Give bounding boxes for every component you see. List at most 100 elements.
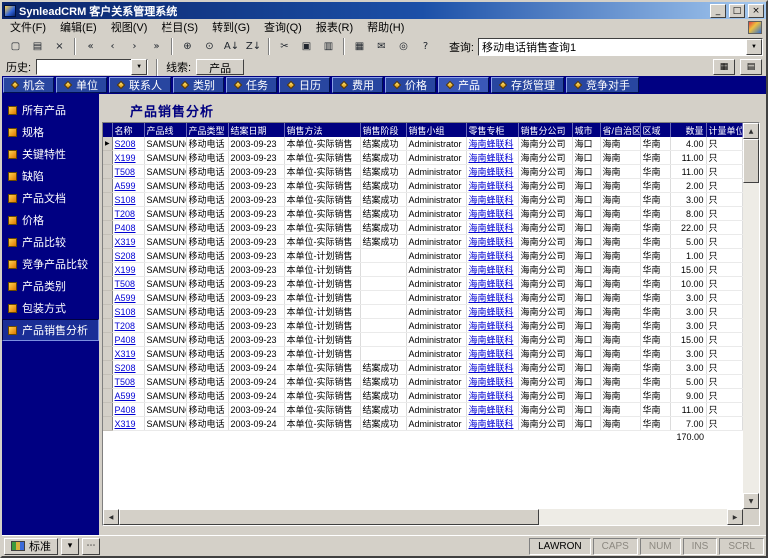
record-link[interactable]: X199 (115, 265, 136, 275)
table-row[interactable]: S208SAMSUNG移动电话2003-09-24本单位-实际销售结案成功Adm… (103, 361, 742, 375)
tab-5[interactable]: 任务 (226, 77, 277, 93)
column-header-4[interactable]: 结案日期 (228, 123, 284, 137)
record-link[interactable]: 海南蜂联科 (469, 153, 514, 163)
tab-2[interactable]: 单位 (56, 77, 107, 93)
column-header-12[interactable]: 区域 (640, 123, 670, 137)
record-link[interactable]: 海南蜂联科 (469, 209, 514, 219)
cut-icon[interactable]: ✂ (274, 37, 295, 56)
tab-9[interactable]: 产品 (438, 77, 489, 93)
table-row[interactable]: T208SAMSUNG移动电话2003-09-23本单位-计划销售Adminis… (103, 319, 742, 333)
last-record-icon[interactable]: » (146, 37, 167, 56)
table-row[interactable]: T208SAMSUNG移动电话2003-09-23本单位-实际销售结案成功Adm… (103, 207, 742, 221)
previous-record-icon[interactable]: ‹ (102, 37, 123, 56)
menu-item-1[interactable]: 文件(F) (3, 18, 53, 36)
close-button[interactable]: × (748, 4, 764, 18)
minimize-button[interactable]: _ (710, 4, 726, 18)
record-link[interactable]: 海南蜂联科 (469, 405, 514, 415)
sidebar-item-4[interactable]: 缺陷 (2, 165, 99, 187)
table-row[interactable]: X319SAMSUNG移动电话2003-09-24本单位-实际销售结案成功Adm… (103, 417, 742, 431)
record-link[interactable]: S208 (115, 139, 136, 149)
sidebar-item-6[interactable]: 价格 (2, 209, 99, 231)
tab-1[interactable]: 机会 (3, 77, 54, 93)
history-combobox[interactable]: ▼ (36, 59, 148, 75)
record-link[interactable]: S108 (115, 195, 136, 205)
grid-view-icon[interactable]: ▦ (349, 37, 370, 56)
query-combobox[interactable]: 移动电话销售查询1 ▼ (478, 38, 763, 56)
horizontal-scrollbar[interactable]: ◀ ▶ (103, 509, 743, 525)
scroll-left-icon[interactable]: ◀ (103, 509, 119, 525)
first-record-icon[interactable]: « (80, 37, 101, 56)
sidebar-item-3[interactable]: 关键特性 (2, 143, 99, 165)
column-header-8[interactable]: 零售专柜 (466, 123, 518, 137)
tab-8[interactable]: 价格 (385, 77, 436, 93)
record-link[interactable]: X199 (115, 153, 136, 163)
table-row[interactable]: A599SAMSUNG移动电话2003-09-24本单位-实际销售结案成功Adm… (103, 389, 742, 403)
menu-item-3[interactable]: 视图(V) (104, 18, 155, 36)
record-link[interactable]: 海南蜂联科 (469, 195, 514, 205)
record-link[interactable]: P408 (115, 405, 136, 415)
new-record-icon[interactable]: ▢ (5, 37, 26, 56)
query-dropdown-icon[interactable]: ▼ (746, 39, 762, 55)
copy-icon[interactable]: ▣ (296, 37, 317, 56)
grid-layout-icon[interactable]: ▦ (713, 59, 735, 75)
sort-ascending-icon[interactable]: A↓ (221, 37, 242, 56)
sidebar-item-7[interactable]: 产品比较 (2, 231, 99, 253)
next-record-icon[interactable]: › (124, 37, 145, 56)
record-link[interactable]: T508 (115, 377, 136, 387)
table-row[interactable]: T508SAMSUNG移动电话2003-09-23本单位-计划销售Adminis… (103, 277, 742, 291)
binoculars-find-icon[interactable]: ◎ (393, 37, 414, 56)
table-row[interactable]: A599SAMSUNG移动电话2003-09-23本单位-实际销售结案成功Adm… (103, 179, 742, 193)
record-link[interactable]: 海南蜂联科 (469, 139, 514, 149)
style-button[interactable]: 标准 (4, 538, 58, 555)
table-row[interactable]: S108SAMSUNG移动电话2003-09-23本单位-计划销售Adminis… (103, 305, 742, 319)
table-row[interactable]: A599SAMSUNG移动电话2003-09-23本单位-计划销售Adminis… (103, 291, 742, 305)
zoom-icon[interactable]: ⊕ (177, 37, 198, 56)
sidebar-item-2[interactable]: 规格 (2, 121, 99, 143)
record-link[interactable]: 海南蜂联科 (469, 265, 514, 275)
record-link[interactable]: 海南蜂联科 (469, 321, 514, 331)
tab-3[interactable]: 联系人 (109, 77, 171, 93)
history-dropdown-icon[interactable]: ▼ (131, 59, 147, 75)
sidebar-item-8[interactable]: 竞争产品比较 (2, 253, 99, 275)
sidebar-item-1[interactable]: 所有产品 (2, 99, 99, 121)
record-link[interactable]: 海南蜂联科 (469, 307, 514, 317)
record-link[interactable]: A599 (115, 181, 136, 191)
scroll-up-icon[interactable]: ▲ (743, 123, 759, 139)
column-header-10[interactable]: 城市 (572, 123, 600, 137)
menu-item-6[interactable]: 查询(Q) (257, 18, 309, 36)
record-link[interactable]: 海南蜂联科 (469, 363, 514, 373)
record-link[interactable]: X319 (115, 237, 136, 247)
record-link[interactable]: A599 (115, 391, 136, 401)
table-row[interactable]: T508SAMSUNG移动电话2003-09-24本单位-实际销售结案成功Adm… (103, 375, 742, 389)
column-header-2[interactable]: 产品线 (144, 123, 186, 137)
menu-item-5[interactable]: 转到(G) (205, 18, 257, 36)
menu-item-7[interactable]: 报表(R) (309, 18, 360, 36)
table-row[interactable]: S208SAMSUNG移动电话2003-09-23本单位-计划销售Adminis… (103, 249, 742, 263)
print-icon[interactable]: ▤ (27, 37, 48, 56)
table-row[interactable]: P408SAMSUNG移动电话2003-09-24本单位-实际销售结案成功Adm… (103, 403, 742, 417)
record-link[interactable]: 海南蜂联科 (469, 251, 514, 261)
column-header-11[interactable]: 省/自治区 (600, 123, 640, 137)
record-link[interactable]: 海南蜂联科 (469, 419, 514, 429)
column-header-6[interactable]: 销售阶段 (360, 123, 406, 137)
record-link[interactable]: A599 (115, 293, 136, 303)
list-layout-icon[interactable]: ▤ (740, 59, 762, 75)
record-link[interactable]: S208 (115, 251, 136, 261)
menu-item-8[interactable]: 帮助(H) (360, 18, 411, 36)
record-link[interactable]: S208 (115, 363, 136, 373)
table-row[interactable]: X199SAMSUNG移动电话2003-09-23本单位-计划销售Adminis… (103, 263, 742, 277)
record-link[interactable]: 海南蜂联科 (469, 293, 514, 303)
table-row[interactable]: T508SAMSUNG移动电话2003-09-23本单位-实际销售结案成功Adm… (103, 165, 742, 179)
product-filter-button[interactable]: 产品 (196, 59, 244, 75)
sidebar-item-11[interactable]: 产品销售分析 (2, 319, 99, 341)
record-link[interactable]: 海南蜂联科 (469, 279, 514, 289)
sidebar-item-5[interactable]: 产品文档 (2, 187, 99, 209)
delete-record-icon[interactable]: × (49, 37, 70, 56)
tab-4[interactable]: 类别 (173, 77, 224, 93)
column-header-9[interactable]: 销售分公司 (518, 123, 572, 137)
column-header-5[interactable]: 销售方法 (284, 123, 360, 137)
find-icon[interactable]: ⊙ (199, 37, 220, 56)
mail-icon[interactable]: ✉ (371, 37, 392, 56)
sidebar-item-10[interactable]: 包装方式 (2, 297, 99, 319)
table-row[interactable]: X199SAMSUNG移动电话2003-09-23本单位-实际销售结案成功Adm… (103, 151, 742, 165)
